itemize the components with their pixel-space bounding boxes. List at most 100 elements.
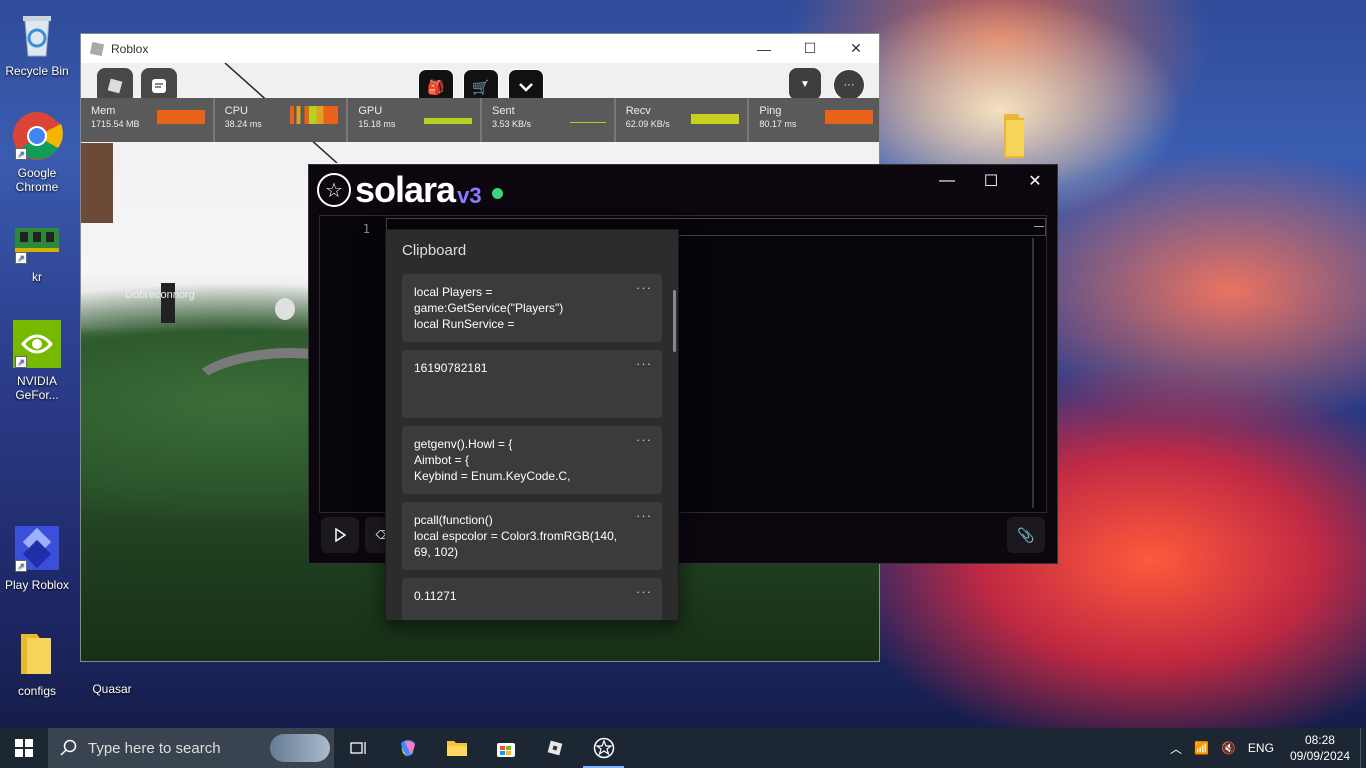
more-options-icon[interactable]: ··· — [636, 356, 652, 372]
play-icon — [335, 528, 347, 542]
minimize-icon[interactable]: — — [741, 34, 787, 63]
desktop-icon-recycle-bin[interactable]: Recycle Bin — [1, 8, 73, 78]
clipboard-title: Clipboard — [402, 242, 467, 259]
clipboard-item[interactable]: local Players = game:GetService("Players… — [402, 274, 662, 342]
language-indicator[interactable]: ENG — [1248, 741, 1274, 755]
status-indicator — [491, 188, 503, 199]
copilot-icon — [400, 740, 415, 757]
desktop-icon-label: Play Roblox — [4, 578, 70, 592]
stat-cpu[interactable]: CPU 38.24 ms — [215, 98, 349, 142]
solara-taskbar-button[interactable] — [579, 728, 628, 768]
desktop-icon-label: kr — [32, 270, 42, 284]
windows-logo-icon — [15, 739, 33, 757]
clipboard-item-text: 0.11271 — [414, 589, 457, 603]
search-icon — [60, 739, 77, 756]
desktop-icon-label: configs — [17, 684, 57, 698]
clipboard-item[interactable]: 16190782181 ··· — [402, 350, 662, 418]
close-icon[interactable]: ✕ — [1013, 165, 1057, 197]
attach-button[interactable]: 📎 — [1007, 517, 1045, 553]
folder-icon — [11, 628, 63, 680]
stat-graph — [290, 106, 339, 124]
minimize-icon[interactable]: — — [925, 165, 969, 197]
backpack-icon: 🎒 — [427, 78, 445, 95]
clipboard-item[interactable]: pcall(function() local espcolor = Color3… — [402, 502, 662, 570]
stat-recv[interactable]: Recv 62.09 KB/s — [616, 98, 750, 142]
paperclip-icon: 📎 — [1017, 526, 1035, 543]
desktop-icon-label: NVIDIA GeFor... — [15, 374, 59, 402]
desktop-icon-play-roblox[interactable]: ↗ Play Roblox — [1, 522, 73, 592]
stat-gpu[interactable]: GPU 15.18 ms — [348, 98, 483, 142]
roblox-studio-icon: ↗ — [11, 522, 63, 574]
stat-label: Sent — [492, 105, 515, 117]
taskbar-search-box[interactable]: Type here to search — [48, 728, 334, 768]
clipboard-scrollbar[interactable] — [673, 290, 676, 352]
stat-sent[interactable]: Sent 3.53 KB/s — [482, 98, 616, 142]
roblox-taskbar-button[interactable] — [530, 728, 579, 768]
file-explorer-button[interactable] — [432, 728, 481, 768]
network-icon[interactable]: 📶 — [1194, 741, 1209, 755]
maximize-icon[interactable]: ☐ — [787, 34, 833, 63]
desktop-icon-label: Recycle Bin — [5, 64, 69, 78]
more-options-icon[interactable]: ··· — [636, 280, 652, 296]
maximize-icon[interactable]: ☐ — [969, 165, 1013, 197]
execute-button[interactable] — [321, 517, 359, 553]
stat-graph — [424, 118, 473, 124]
more-options-icon[interactable]: ··· — [636, 508, 652, 524]
clipboard-item-text: 16190782181 — [414, 361, 488, 375]
chevron-down-icon — [519, 83, 533, 92]
shortcut-arrow-icon: ↗ — [15, 148, 27, 160]
desktop-icon-quasar[interactable]: Quasar — [76, 662, 148, 696]
start-button[interactable] — [0, 728, 48, 768]
roblox-window-title: Roblox — [111, 41, 149, 56]
star-icon: ☆ — [317, 173, 351, 207]
desktop-icon-nvidia[interactable]: ↗ NVIDIA GeFor... — [1, 318, 73, 402]
more-options-icon[interactable]: ··· — [636, 584, 652, 600]
clock-time: 08:28 — [1304, 733, 1335, 747]
show-desktop-button[interactable] — [1360, 728, 1366, 768]
solara-logo: ☆ solara v3 — [317, 169, 503, 210]
dropdown-button[interactable]: ▼ — [789, 68, 821, 100]
cart-icon: 🛒 — [472, 78, 490, 95]
taskbar: Type here to search ︿ 📶 🔇 ENG 08:28 09/0… — [0, 728, 1366, 768]
stat-ping[interactable]: Ping 80.17 ms — [749, 98, 879, 142]
more-options-button[interactable]: ··· — [833, 69, 865, 101]
stat-label: GPU — [358, 105, 383, 117]
ellipsis-icon: ··· — [843, 79, 855, 91]
folder-icon — [446, 741, 467, 756]
desktop-icon-google-chrome[interactable]: ↗ Google Chrome — [1, 110, 73, 194]
star-icon — [593, 737, 614, 759]
clipboard-item-text: getgenv().Howl = { Aimbot = { Keybind = … — [414, 437, 571, 483]
clipboard-history-panel[interactable]: Clipboard local Players = game:GetServic… — [385, 229, 679, 621]
more-options-icon[interactable]: ··· — [636, 432, 652, 448]
task-view-button[interactable] — [334, 728, 383, 768]
stat-graph — [569, 122, 606, 123]
chevron-up-icon[interactable]: ︿ — [1170, 740, 1182, 757]
clipboard-item[interactable]: 0.11271 ··· — [402, 578, 662, 620]
clipboard-item[interactable]: getgenv().Howl = { Aimbot = { Keybind = … — [402, 426, 662, 494]
desktop-icon-configs[interactable]: configs — [1, 628, 73, 698]
solara-titlebar[interactable]: ☆ solara v3 — ☐ ✕ — [309, 165, 1057, 217]
stat-graph — [156, 110, 205, 124]
stat-mem[interactable]: Mem 1715.54 MB — [81, 98, 215, 142]
shortcut-arrow-icon: ↗ — [15, 252, 27, 264]
search-highlight-graphic — [270, 734, 330, 762]
clock[interactable]: 08:28 09/09/2024 — [1290, 732, 1350, 764]
speaker-muted-icon[interactable]: 🔇 — [1221, 741, 1236, 755]
chat-icon — [152, 79, 166, 93]
microsoft-store-button[interactable] — [481, 728, 530, 768]
desktop-icon-kr[interactable]: ↗ kr — [1, 214, 73, 284]
editor-scrollbar[interactable] — [1032, 238, 1034, 508]
system-tray: ︿ 📶 🔇 ENG 08:28 09/09/2024 — [1164, 728, 1366, 768]
performance-stats-bar: Mem 1715.54 MB CPU 38.24 ms GPU 15.18 ms… — [81, 98, 879, 142]
roblox-logo-icon — [89, 41, 105, 56]
desktop-icon-folder[interactable] — [974, 112, 1046, 168]
close-icon[interactable]: ✕ — [833, 34, 879, 63]
stat-graph — [825, 110, 874, 124]
desktop-icon-label: Google Chrome — [15, 166, 59, 194]
copilot-button[interactable] — [383, 728, 432, 768]
solara-app-name: solara — [355, 169, 456, 210]
npc-character — [275, 298, 295, 320]
folder-icon — [984, 112, 1036, 164]
task-view-icon — [349, 742, 366, 754]
shortcut-arrow-icon: ↗ — [15, 356, 27, 368]
